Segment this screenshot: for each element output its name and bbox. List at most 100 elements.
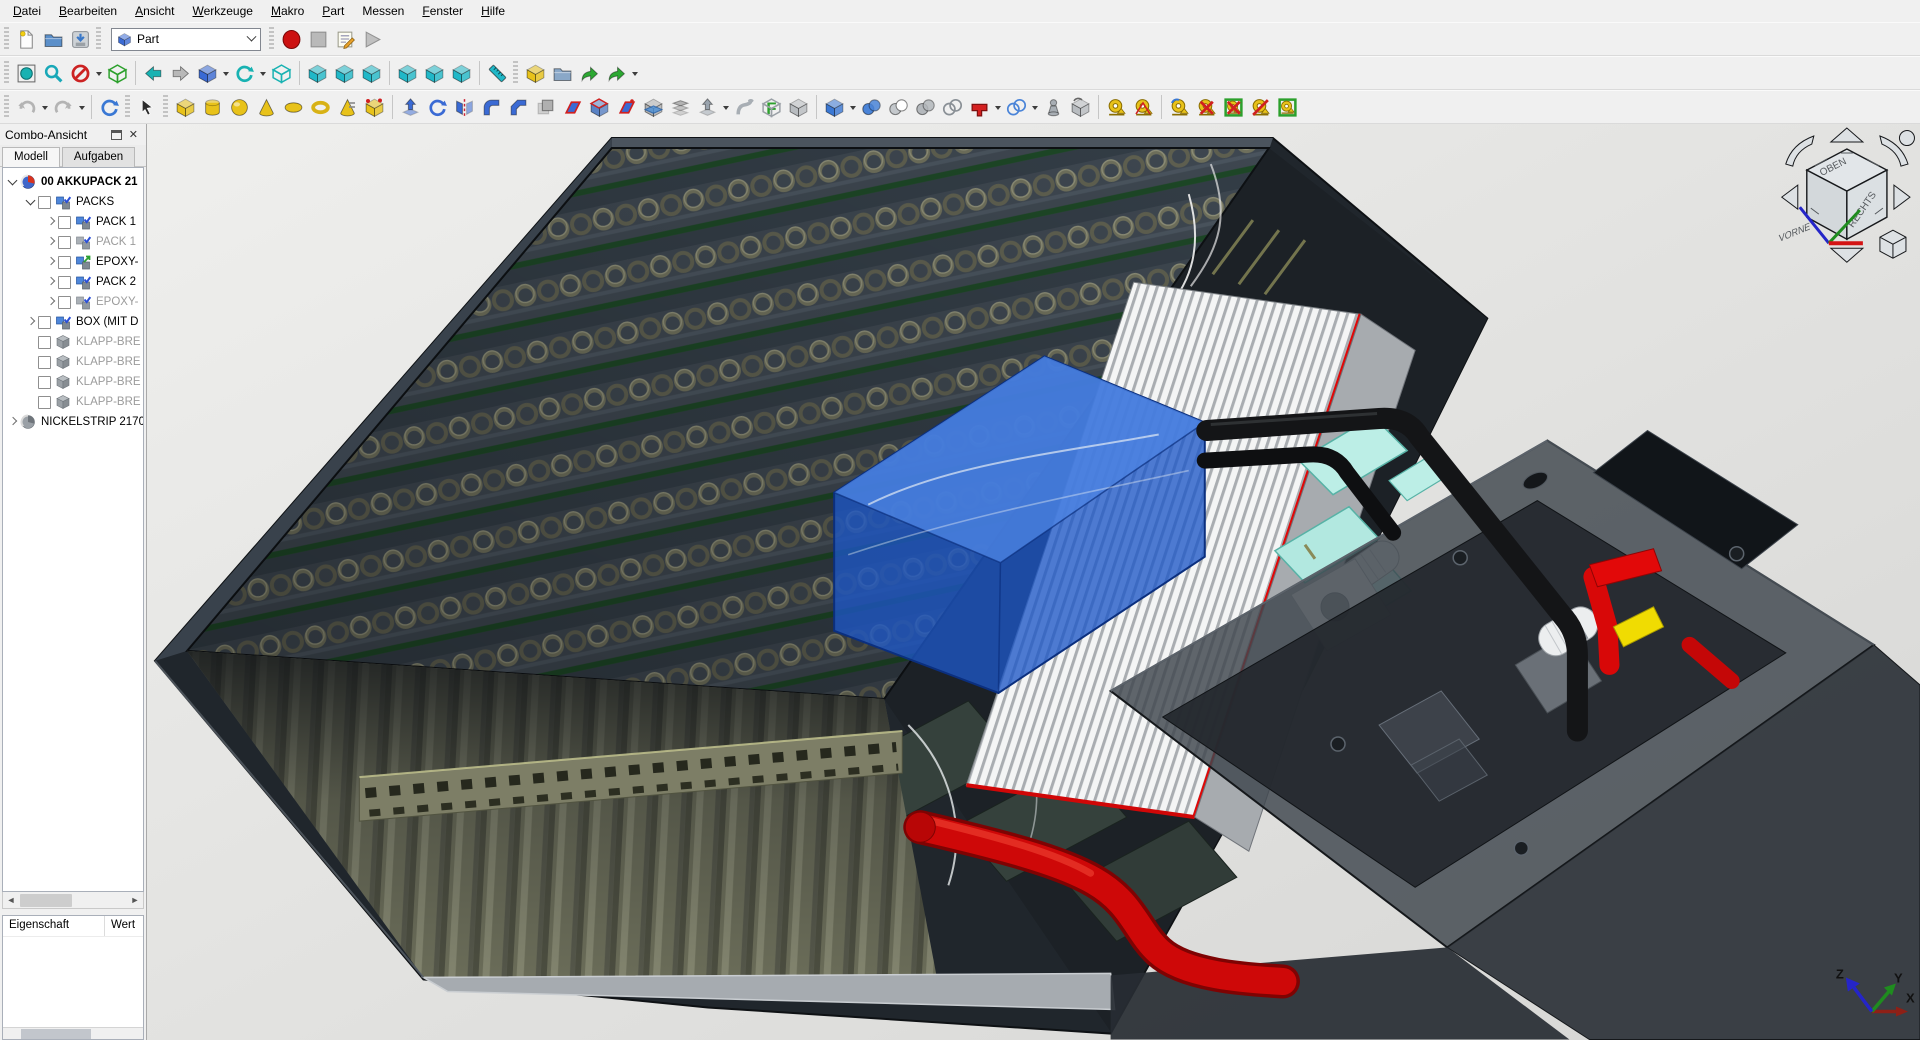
tree-item-klapp-3[interactable]: KLAPP-BRE [3, 372, 143, 392]
toolbar-grip[interactable] [4, 95, 9, 119]
macro-stop-button[interactable] [305, 26, 332, 53]
undo-dropdown[interactable] [40, 94, 50, 121]
make-sub-link-button[interactable] [603, 60, 630, 87]
redo-button[interactable] [50, 94, 77, 121]
macro-edit-button[interactable] [332, 26, 359, 53]
torus-button[interactable] [307, 94, 334, 121]
element-selection-button[interactable] [134, 94, 161, 121]
boolean-cut-button[interactable] [885, 94, 912, 121]
3d-viewport[interactable]: OBEN RECHTS VORNE X Y [147, 124, 1920, 1040]
view-rotate-dropdown[interactable] [258, 60, 268, 87]
visibility-checkbox[interactable] [58, 236, 71, 249]
scroll-right-arrow-icon[interactable]: ► [127, 893, 143, 908]
tree-item-klapp-2[interactable]: KLAPP-BRE [3, 352, 143, 372]
chevron-right-icon[interactable] [44, 255, 58, 269]
loft-dropdown[interactable] [721, 94, 731, 121]
visibility-checkbox[interactable] [58, 276, 71, 289]
tree-item-pack1-hidden[interactable]: PACK 1 [3, 232, 143, 252]
panel-titlebar[interactable]: Combo-Ansicht ✕ [0, 124, 146, 145]
cone-button[interactable] [253, 94, 280, 121]
visibility-checkbox[interactable] [38, 316, 51, 329]
measure-refresh-button[interactable] [1166, 94, 1193, 121]
boolean-union-button[interactable] [858, 94, 885, 121]
primitives-dialog-button[interactable] [334, 94, 361, 121]
bounding-box-button[interactable] [104, 60, 131, 87]
view-rear-button[interactable] [394, 60, 421, 87]
tab-aufgaben[interactable]: Aufgaben [62, 147, 135, 167]
split-dropdown[interactable] [1030, 94, 1040, 121]
save-document-button[interactable] [67, 26, 94, 53]
property-horizontal-scrollbar[interactable] [3, 1027, 143, 1039]
chevron-right-icon[interactable] [24, 315, 38, 329]
boolean-common-button[interactable] [912, 94, 939, 121]
draw-style-button[interactable] [67, 60, 94, 87]
menu-makro[interactable]: Makro [262, 1, 313, 21]
thickness-button[interactable] [559, 94, 586, 121]
fit-all-button[interactable] [13, 60, 40, 87]
box-button[interactable] [172, 94, 199, 121]
macro-execute-button[interactable] [359, 26, 386, 53]
view-axonometric-button[interactable] [268, 60, 295, 87]
tree-horizontal-scrollbar[interactable]: ◄ ► [2, 892, 144, 909]
create-part-button[interactable] [522, 60, 549, 87]
toggle-measurements-button[interactable] [1274, 94, 1301, 121]
offset-3d-button[interactable] [586, 94, 613, 121]
visibility-checkbox[interactable] [38, 336, 51, 349]
view-rotate-button[interactable] [231, 60, 258, 87]
revolve-button[interactable] [424, 94, 451, 121]
tree-item-document[interactable]: 00 AKKUPACK 21 [3, 172, 143, 192]
join-dropdown[interactable] [993, 94, 1003, 121]
float-panel-icon[interactable] [111, 130, 122, 140]
shape-builder-button[interactable] [361, 94, 388, 121]
view-top-button[interactable] [331, 60, 358, 87]
visibility-checkbox[interactable] [58, 216, 71, 229]
measure-clear-all-button[interactable] [1193, 94, 1220, 121]
toggle-3d-view-button[interactable] [1220, 94, 1247, 121]
visibility-checkbox[interactable] [58, 296, 71, 309]
make-link-dropdown[interactable] [630, 60, 640, 87]
chevron-right-icon[interactable] [44, 295, 58, 309]
sphere-button[interactable] [226, 94, 253, 121]
chevron-down-icon[interactable] [6, 175, 20, 189]
redo-dropdown[interactable] [77, 94, 87, 121]
defeaturing-button[interactable] [1067, 94, 1094, 121]
view-left-button[interactable] [448, 60, 475, 87]
toolbar-grip[interactable] [96, 27, 101, 51]
create-group-button[interactable] [549, 60, 576, 87]
toolbar-grip[interactable] [4, 61, 9, 85]
toolbar-grip[interactable] [4, 27, 9, 51]
menu-werkzeuge[interactable]: Werkzeuge [183, 1, 261, 21]
scrollbar-thumb[interactable] [20, 894, 72, 907]
tree-item-pack1[interactable]: PACK 1 [3, 212, 143, 232]
menu-part[interactable]: Part [313, 1, 353, 21]
menu-fenster[interactable]: Fenster [413, 1, 472, 21]
toggle-delta-button[interactable] [1247, 94, 1274, 121]
tree-item-epoxy-hidden[interactable]: EPOXY- [3, 292, 143, 312]
tree-item-pack2[interactable]: PACK 2 [3, 272, 143, 292]
nav-circle[interactable] [1899, 131, 1914, 146]
scroll-left-arrow-icon[interactable]: ◄ [3, 893, 19, 908]
model-tree[interactable]: 00 AKKUPACK 21 PACKS PACK 1 PACK 1 [2, 167, 144, 892]
fillet-button[interactable] [478, 94, 505, 121]
tree-item-klapp-4[interactable]: KLAPP-BRE [3, 392, 143, 412]
chevron-down-icon[interactable] [24, 195, 38, 209]
view-isometric-button[interactable] [194, 60, 221, 87]
visibility-checkbox[interactable] [38, 396, 51, 409]
tree-item-epoxy[interactable]: EPOXY- [3, 252, 143, 272]
compound-button[interactable] [821, 94, 848, 121]
new-document-button[interactable] [13, 26, 40, 53]
workbench-selector[interactable]: Part [111, 28, 261, 51]
shape-from-font-button[interactable] [758, 94, 785, 121]
chamfer-button[interactable] [505, 94, 532, 121]
scrollbar-thumb[interactable] [21, 1029, 91, 1039]
join-connect-button[interactable] [966, 94, 993, 121]
loft-button[interactable] [694, 94, 721, 121]
draw-style-dropdown[interactable] [94, 60, 104, 87]
chevron-right-icon[interactable] [44, 215, 58, 229]
menu-ansicht[interactable]: Ansicht [126, 1, 183, 21]
compound-dropdown[interactable] [848, 94, 858, 121]
extrude-button[interactable] [397, 94, 424, 121]
ellipsoid-button[interactable] [280, 94, 307, 121]
tree-item-box[interactable]: BOX (MIT D [3, 312, 143, 332]
toolbar-grip[interactable] [125, 95, 130, 119]
